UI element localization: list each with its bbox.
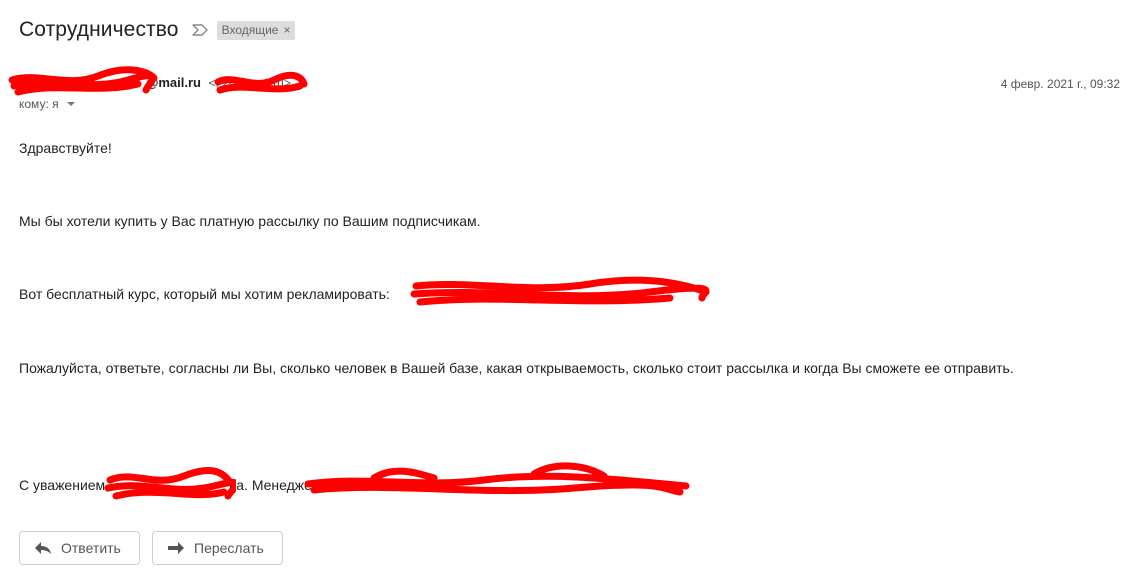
redaction-course-link xyxy=(410,276,710,306)
subject-row: Сотрудничество Входящие × xyxy=(19,18,295,42)
sender-email: <f 20@mail.ru> xyxy=(208,76,291,90)
email-subject: Сотрудничество xyxy=(19,18,179,41)
sender-name[interactable]: @mail.ru xyxy=(19,75,201,90)
reply-button-label: Ответить xyxy=(61,540,121,556)
show-details-icon[interactable] xyxy=(66,102,75,106)
signature-role: ва. Менеджер xyxy=(228,477,320,493)
message-header: @mail.ru <f 20@mail.ru> 4 февр. 2021 г.,… xyxy=(19,75,1123,95)
reply-arrow-icon xyxy=(35,542,51,554)
body-paragraph-2: Вот бесплатный курс, который мы хотим ре… xyxy=(19,286,390,302)
recipients-label: кому: я xyxy=(19,97,59,111)
inbox-label-text: Входящие xyxy=(221,22,279,37)
signature-prefix: С уважением, xyxy=(19,477,110,493)
body-paragraph-3: Пожалуйста, ответьте, согласны ли Вы, ск… xyxy=(19,360,1014,376)
body-paragraph-1: Мы бы хотели купить у Вас платную рассыл… xyxy=(19,213,481,229)
reply-button[interactable]: Ответить xyxy=(19,531,140,565)
forward-arrow-icon xyxy=(168,542,184,554)
sender[interactable]: @mail.ru <f 20@mail.ru> xyxy=(19,75,291,90)
body-signature: С уважением, ва. Менеджер xyxy=(19,477,320,493)
forward-button[interactable]: Переслать xyxy=(152,531,283,565)
message-date: 4 февр. 2021 г., 09:32 xyxy=(1000,77,1120,91)
redaction-manager-name xyxy=(304,462,690,496)
forward-button-label: Переслать xyxy=(194,540,264,556)
body-greeting: Здравствуйте! xyxy=(19,140,112,156)
inbox-label-chip[interactable]: Входящие × xyxy=(216,20,295,40)
remove-label-icon[interactable]: × xyxy=(283,23,290,37)
recipients-row[interactable]: кому: я xyxy=(19,97,75,111)
importance-marker-icon[interactable] xyxy=(191,23,209,37)
